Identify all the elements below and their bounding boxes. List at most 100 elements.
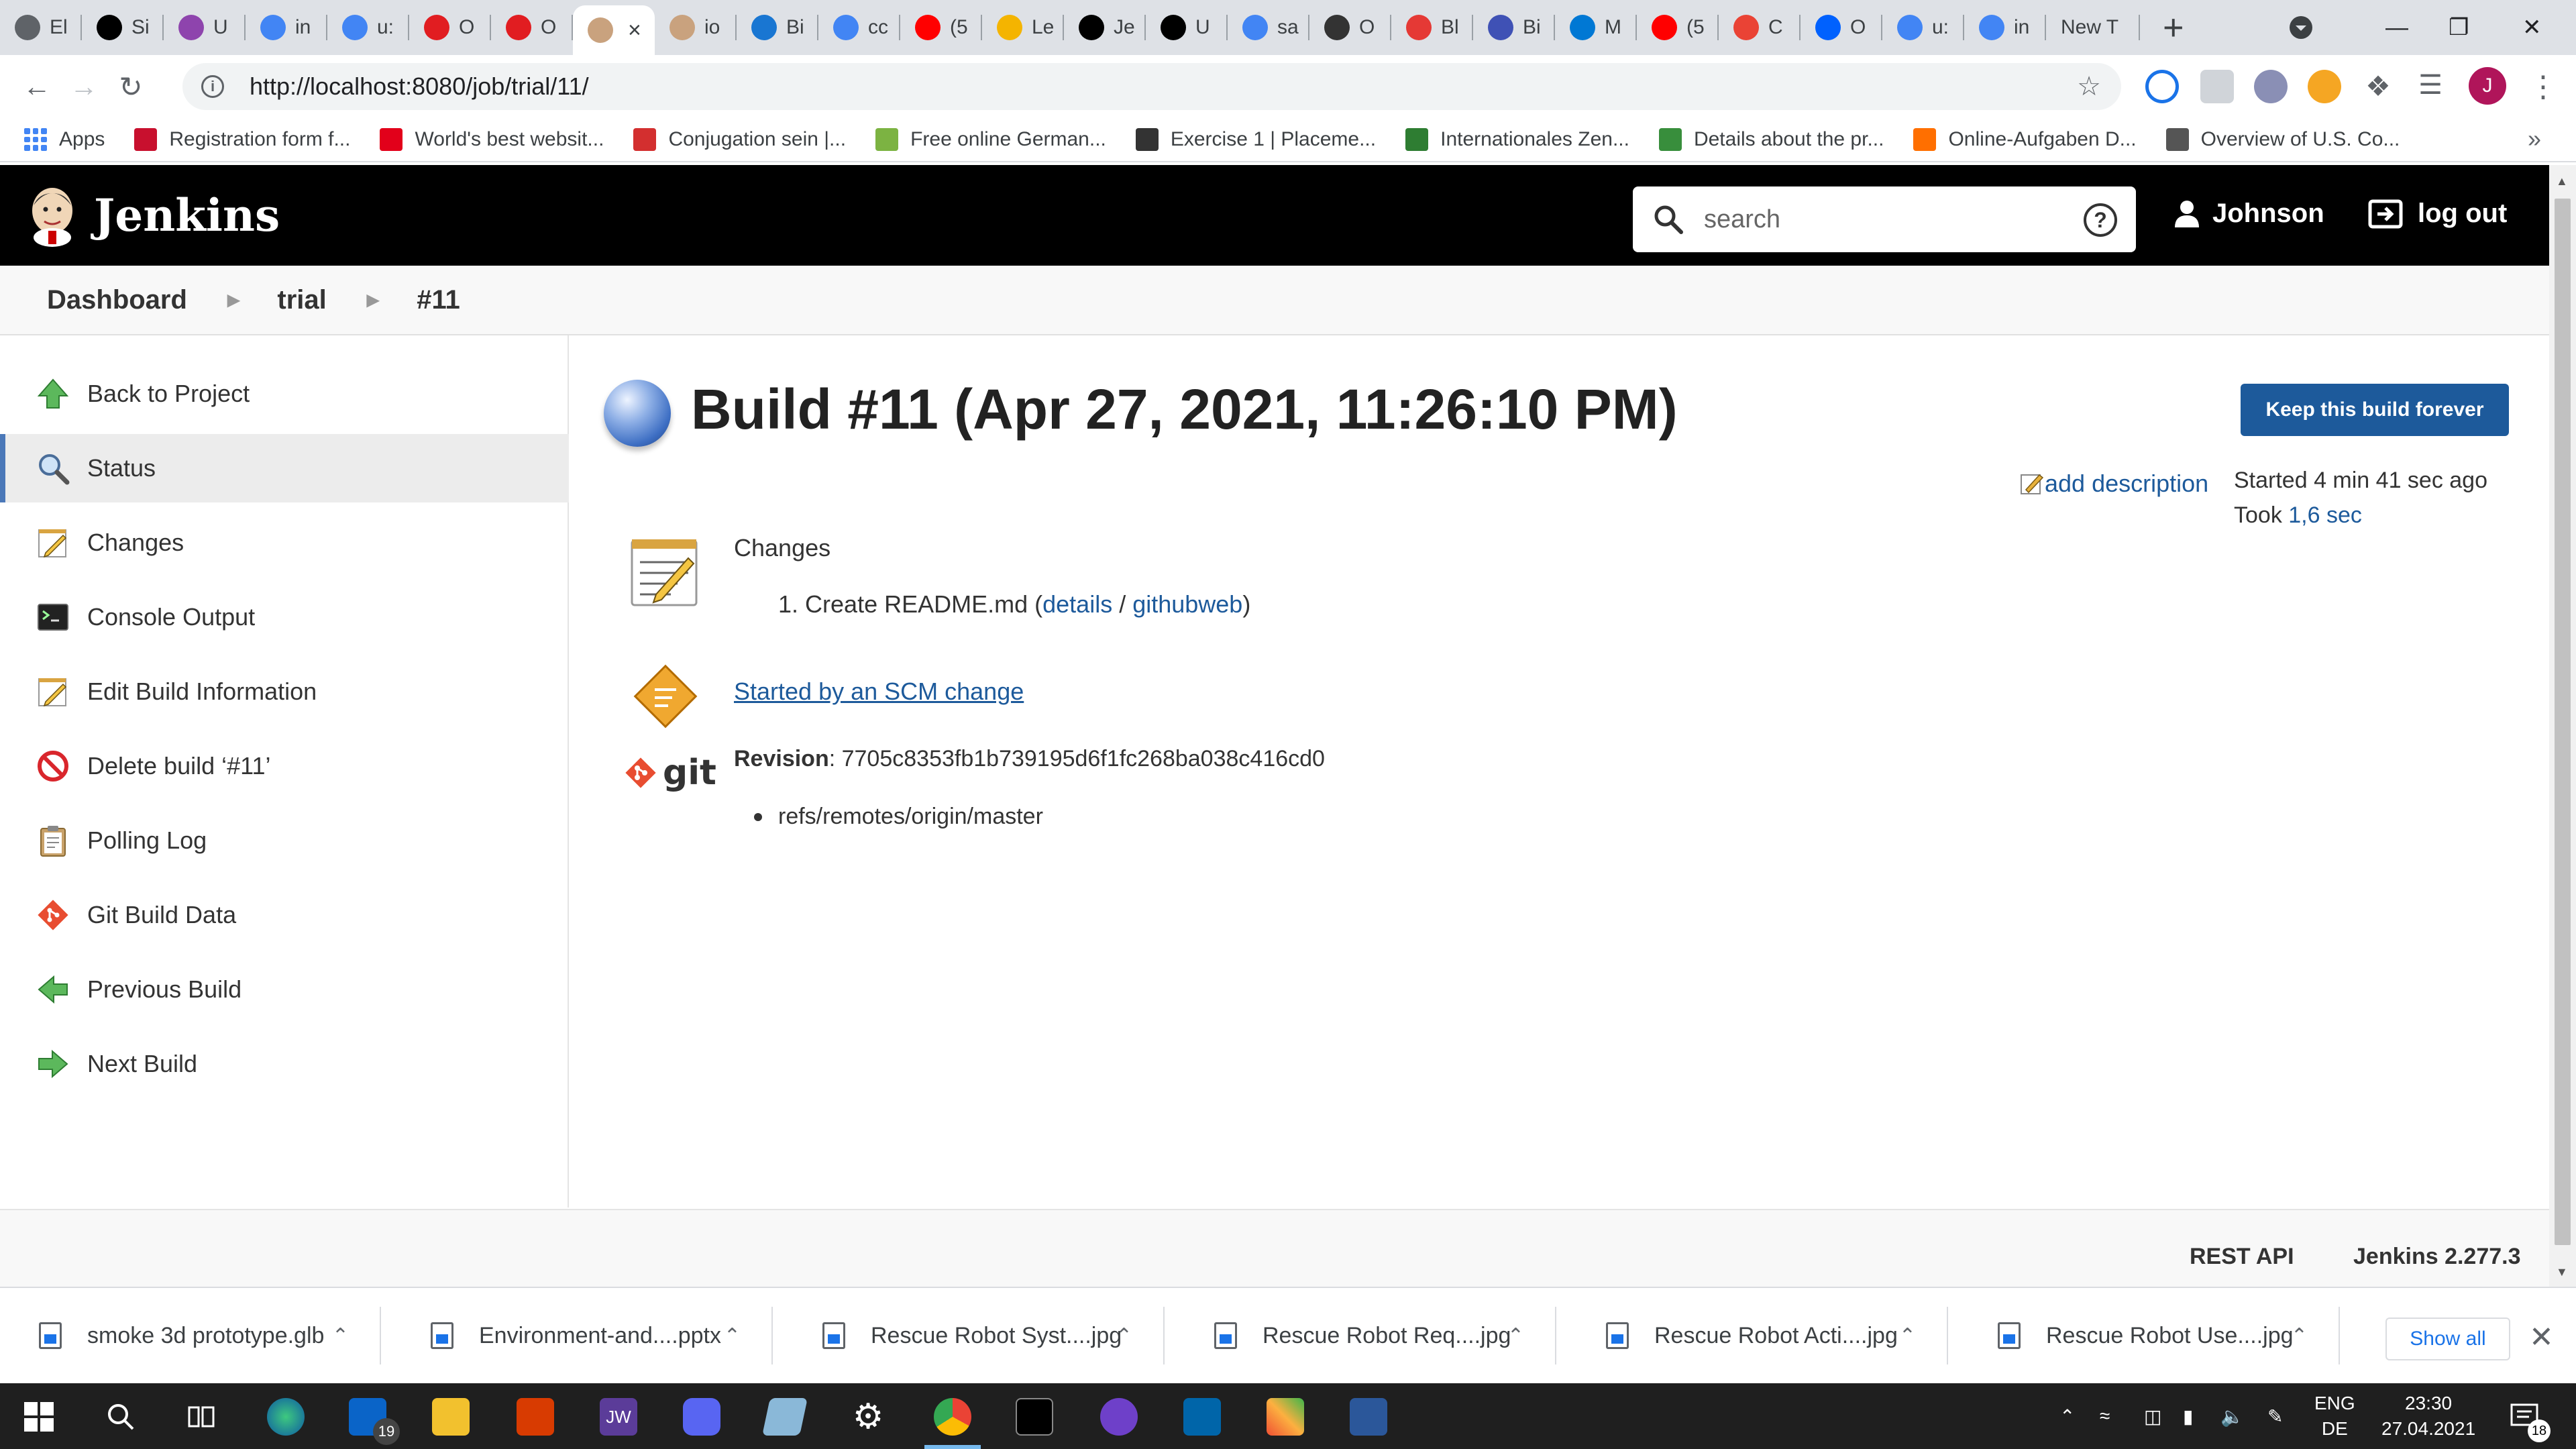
side-task-console-output[interactable]: Console Output xyxy=(0,583,569,651)
bookmark-item[interactable]: Free online German... xyxy=(875,128,1106,151)
search-input[interactable] xyxy=(1704,205,2080,234)
media-controls-icon[interactable]: ☰ xyxy=(2414,70,2447,103)
breadcrumb-dashboard[interactable]: Dashboard xyxy=(47,285,187,315)
keep-build-forever-button[interactable]: Keep this build forever xyxy=(2241,384,2509,436)
browser-tab[interactable]: Bi xyxy=(737,0,818,55)
file-explorer-icon[interactable] xyxy=(432,1398,470,1436)
browser-tab[interactable]: Je xyxy=(1064,0,1146,55)
scm-cause-link[interactable]: Started by an SCM change xyxy=(734,678,1024,706)
bookmark-item[interactable]: Exercise 1 | Placeme... xyxy=(1135,128,1376,151)
extension-icon[interactable] xyxy=(2308,70,2341,103)
edge-icon[interactable] xyxy=(267,1398,305,1436)
search-icon[interactable] xyxy=(102,1398,140,1436)
bookmark-item[interactable]: Details about the pr... xyxy=(1658,128,1884,151)
bookmark-item[interactable]: Internationales Zen... xyxy=(1405,128,1629,151)
side-task-git-build-data[interactable]: Git Build Data xyxy=(0,881,569,949)
side-task-previous-build[interactable]: Previous Build xyxy=(0,955,569,1024)
change-githubweb-link[interactable]: githubweb xyxy=(1132,590,1242,618)
tray-chevron-icon[interactable]: ⌃ xyxy=(2059,1383,2075,1449)
change-details-link[interactable]: details xyxy=(1042,590,1112,618)
download-item[interactable]: Rescue Robot Syst....jpg ⌃ xyxy=(789,1307,1165,1364)
side-task-polling-log[interactable]: Polling Log xyxy=(0,806,569,875)
build-duration-link[interactable]: 1,6 sec xyxy=(2288,502,2362,528)
minimize-button[interactable]: — xyxy=(2385,0,2408,55)
word-icon[interactable] xyxy=(1350,1398,1387,1436)
bookmarks-overflow-icon[interactable]: » xyxy=(2528,125,2541,153)
forward-button[interactable]: → xyxy=(60,70,107,103)
browser-tab[interactable]: U xyxy=(164,0,246,55)
side-task-delete-build-11[interactable]: Delete build ‘#11’ xyxy=(0,732,569,800)
git-client-icon[interactable] xyxy=(1267,1398,1304,1436)
browser-tab[interactable]: io xyxy=(655,0,737,55)
browser-tab[interactable]: C xyxy=(1719,0,1801,55)
scroll-down-icon[interactable]: ▼ xyxy=(2556,1265,2568,1279)
extensions-puzzle-icon[interactable]: ❖ xyxy=(2361,70,2395,103)
bookmark-item[interactable]: Conjugation sein |... xyxy=(633,128,846,151)
show-all-downloads-button[interactable]: Show all xyxy=(2385,1318,2510,1360)
download-options-chevron-icon[interactable]: ⌃ xyxy=(1899,1324,1916,1348)
browser-tab[interactable]: u: xyxy=(327,0,409,55)
bookmark-item[interactable]: Overview of U.S. Co... xyxy=(2165,128,2400,151)
clock[interactable]: 23:30 27.04.2021 xyxy=(2381,1383,2475,1449)
download-item[interactable]: Rescue Robot Acti....jpg ⌃ xyxy=(1572,1307,1948,1364)
close-window-button[interactable]: ✕ xyxy=(2522,0,2542,55)
add-description-link[interactable]: add description xyxy=(2019,470,2208,498)
windows-start-icon[interactable] xyxy=(20,1398,58,1436)
pen-icon[interactable]: ✎ xyxy=(2267,1383,2283,1449)
browser-tab[interactable]: U xyxy=(1146,0,1228,55)
discord-icon[interactable] xyxy=(683,1398,720,1436)
browser-tab[interactable]: O xyxy=(1309,0,1391,55)
browser-tab[interactable]: × xyxy=(573,5,655,55)
browser-tab[interactable]: O xyxy=(491,0,573,55)
download-item[interactable]: Environment-and....pptx ⌃ xyxy=(397,1307,773,1364)
scroll-up-icon[interactable]: ▲ xyxy=(2556,174,2568,189)
browser-tab[interactable]: Bi xyxy=(1473,0,1555,55)
jw-app-icon[interactable]: JW xyxy=(600,1398,637,1436)
download-options-chevron-icon[interactable]: ⌃ xyxy=(332,1324,349,1348)
new-tab-button[interactable]: + xyxy=(2163,9,2184,46)
extension-icon[interactable] xyxy=(2254,70,2288,103)
browser-tab[interactable]: Le xyxy=(982,0,1064,55)
side-task-back-to-project[interactable]: Back to Project xyxy=(0,360,569,428)
wifi-icon[interactable]: ≈ xyxy=(2100,1383,2110,1449)
user-link[interactable]: Johnson xyxy=(2174,199,2324,229)
browser-tab[interactable]: Bl xyxy=(1391,0,1473,55)
volume-icon[interactable]: 🔈 xyxy=(2220,1383,2244,1449)
extension-icon[interactable] xyxy=(2145,70,2179,103)
restore-button[interactable]: ❐ xyxy=(2449,0,2469,55)
device-icon[interactable]: ◫ xyxy=(2144,1383,2161,1449)
side-task-next-build[interactable]: Next Build xyxy=(0,1030,569,1098)
bookmark-item[interactable]: Online-Aufgaben D... xyxy=(1913,128,2137,151)
address-bar[interactable]: i http://localhost:8080/job/trial/11/ ☆ xyxy=(182,63,2121,110)
browser-menu-icon[interactable]: ⋮ xyxy=(2526,70,2560,103)
logout-link[interactable]: log out xyxy=(2368,199,2507,229)
notifications-icon[interactable]: 18 xyxy=(2509,1383,2551,1449)
extension-icon[interactable] xyxy=(2200,70,2234,103)
task-view-icon[interactable] xyxy=(182,1398,220,1436)
notes-app-icon[interactable] xyxy=(762,1398,808,1436)
close-tab-icon[interactable]: × xyxy=(628,17,641,44)
vscode-icon[interactable] xyxy=(1183,1398,1221,1436)
side-task-changes[interactable]: Changes xyxy=(0,508,569,577)
bookmark-item[interactable]: World's best websit... xyxy=(380,128,604,151)
browser-tab[interactable]: O xyxy=(409,0,491,55)
browser-tab[interactable]: in xyxy=(246,0,327,55)
side-task-status[interactable]: Status xyxy=(0,434,569,502)
chrome-icon[interactable] xyxy=(934,1398,971,1436)
browser-tab[interactable]: (5 xyxy=(1637,0,1719,55)
browser-tab[interactable]: M xyxy=(1555,0,1637,55)
browser-tab[interactable]: cc xyxy=(818,0,900,55)
browser-tab[interactable]: in xyxy=(1964,0,2046,55)
help-icon[interactable]: ? xyxy=(2084,203,2117,237)
office-icon[interactable] xyxy=(517,1398,554,1436)
download-item[interactable]: Rescue Robot Req....jpg ⌃ xyxy=(1181,1307,1556,1364)
jenkins-version-link[interactable]: Jenkins 2.277.3 xyxy=(2353,1244,2521,1270)
browser-tab[interactable]: O xyxy=(1801,0,1882,55)
download-item[interactable]: Rescue Robot Use....jpg ⌃ xyxy=(1964,1307,2340,1364)
battery-icon[interactable]: ▮ xyxy=(2183,1383,2193,1449)
jenkins-brand[interactable]: Jenkins xyxy=(94,189,280,241)
browser-tab[interactable]: u: xyxy=(1882,0,1964,55)
new-tab[interactable]: New T xyxy=(2046,0,2140,55)
language-indicator[interactable]: ENG DE xyxy=(2314,1383,2355,1449)
breadcrumb-trial[interactable]: trial xyxy=(277,285,326,315)
